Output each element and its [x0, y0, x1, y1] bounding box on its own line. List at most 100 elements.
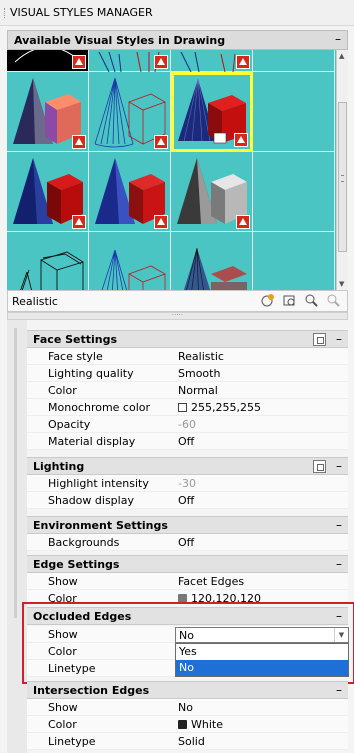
scroll-down-icon[interactable]: ▼ — [339, 280, 344, 288]
style-thumbnail-hidden[interactable] — [89, 72, 171, 152]
properties-left-strip — [7, 320, 27, 753]
drag-grip-icon[interactable] — [4, 8, 7, 18]
create-style-icon[interactable] — [260, 293, 275, 308]
property-value[interactable]: 255,255,255 — [178, 401, 261, 414]
gallery-scrollbar[interactable]: ▲ ▼ — [336, 50, 348, 290]
style-thumbnail-wireframe[interactable] — [89, 50, 171, 72]
property-value[interactable]: Solid — [178, 735, 205, 748]
style-thumbnail-shaded[interactable] — [7, 152, 89, 232]
autocad-badge-icon — [72, 215, 86, 229]
scroll-up-icon[interactable]: ▲ — [339, 52, 344, 60]
collapse-gallery-button[interactable]: – — [335, 32, 341, 46]
property-value[interactable]: Off — [178, 435, 194, 448]
environment-settings-header[interactable]: Environment Settings – — [27, 516, 348, 534]
autocad-badge-icon — [234, 133, 248, 147]
lighting-header[interactable]: Lighting – — [27, 457, 348, 475]
intersection-color-value: White — [191, 718, 223, 731]
property-row[interactable]: Monochrome color 255,255,255 — [27, 399, 348, 416]
section-title: Intersection Edges — [33, 684, 150, 697]
collapse-section-button[interactable]: – — [336, 332, 342, 346]
property-label: Monochrome color — [48, 401, 151, 414]
collapse-section-button[interactable]: – — [336, 683, 342, 697]
delete-style-icon[interactable] — [326, 293, 341, 308]
property-value[interactable]: Facet Edges — [178, 575, 244, 588]
property-row[interactable]: Shadow display Off — [27, 492, 348, 509]
export-tool-palette-icon[interactable] — [304, 293, 319, 308]
style-name-bar: Realistic — [7, 290, 348, 312]
property-value[interactable]: Normal — [178, 384, 218, 397]
property-label: Backgrounds — [48, 536, 120, 549]
style-thumbnail-shaded-edges[interactable] — [89, 152, 171, 232]
property-row[interactable]: Backgrounds Off — [27, 534, 348, 551]
face-settings-header[interactable]: Face Settings – — [27, 330, 348, 348]
visual-styles-gallery[interactable] — [7, 50, 336, 290]
style-thumbnail-x-ray[interactable] — [171, 232, 253, 290]
style-thumbnail-sketchy[interactable] — [7, 232, 89, 290]
autocad-badge-icon — [72, 55, 86, 69]
property-row[interactable]: Material display Off — [27, 433, 348, 450]
property-label: Opacity — [48, 418, 91, 431]
toggle-settings-icon[interactable] — [313, 333, 326, 346]
property-label: Highlight intensity — [48, 477, 149, 490]
panel-resize-handle[interactable]: ····· — [7, 312, 348, 320]
autocad-badge-icon — [154, 55, 168, 69]
property-label: Show — [48, 701, 78, 714]
annotation-highlight-box — [22, 602, 354, 684]
property-label: Lighting quality — [48, 367, 134, 380]
property-label: Color — [48, 718, 77, 731]
property-value[interactable]: No — [178, 701, 193, 714]
intersection-edges-header[interactable]: Intersection Edges – — [27, 681, 348, 699]
property-label: Face style — [48, 350, 103, 363]
property-row[interactable]: Linetype Solid — [27, 733, 348, 750]
style-thumbnail-realistic[interactable] — [171, 72, 253, 152]
apply-to-viewport-icon[interactable] — [282, 293, 297, 308]
gallery-panel-header[interactable]: Available Visual Styles in Drawing – — [7, 30, 348, 50]
property-label: Shadow display — [48, 494, 134, 507]
color-swatch-icon — [178, 720, 187, 729]
property-row[interactable]: Color White — [27, 716, 348, 733]
collapse-section-button[interactable]: – — [336, 459, 342, 473]
edge-settings-header[interactable]: Edge Settings – — [27, 555, 348, 573]
gallery-scroll-thumb[interactable] — [338, 102, 347, 252]
property-value[interactable]: Smooth — [178, 367, 220, 380]
property-row[interactable]: Face style Realistic — [27, 348, 348, 365]
gallery-panel-title: Available Visual Styles in Drawing — [14, 34, 226, 47]
section-title: Face Settings — [33, 333, 118, 346]
property-label: Material display — [48, 435, 136, 448]
property-label: Show — [48, 575, 78, 588]
style-thumbnail-extra[interactable] — [253, 50, 335, 72]
style-thumbnail-sketchy-partial[interactable] — [253, 152, 335, 232]
style-thumbnail-hidden-edges[interactable] — [253, 72, 335, 152]
property-value[interactable]: Off — [178, 494, 194, 507]
property-value[interactable]: White — [178, 718, 223, 731]
style-thumbnail-conceptual[interactable] — [7, 72, 89, 152]
autocad-badge-icon — [236, 215, 250, 229]
collapse-section-button[interactable]: – — [336, 557, 342, 571]
style-thumbnail-hidden-top[interactable] — [171, 50, 253, 72]
property-row[interactable]: Show No — [27, 699, 348, 716]
strip-bar — [14, 328, 17, 618]
section-title: Edge Settings — [33, 558, 120, 571]
property-value[interactable]: -60 — [178, 418, 196, 431]
style-thumbnail-blank[interactable] — [253, 232, 335, 290]
property-row[interactable]: Opacity -60 — [27, 416, 348, 433]
autocad-badge-icon — [154, 215, 168, 229]
property-row[interactable]: Highlight intensity -30 — [27, 475, 348, 492]
collapse-section-button[interactable]: – — [336, 518, 342, 532]
style-thumbnail-wireframe-2d[interactable] — [7, 50, 89, 72]
property-label: Linetype — [48, 735, 96, 748]
palette-title: VISUAL STYLES MANAGER — [10, 6, 153, 19]
property-value[interactable]: Off — [178, 536, 194, 549]
style-thumbnail-shades-of-gray[interactable] — [171, 152, 253, 232]
property-row[interactable]: Show Facet Edges — [27, 573, 348, 590]
toggle-settings-icon[interactable] — [313, 460, 326, 473]
property-value[interactable]: Realistic — [178, 350, 224, 363]
palette-titlebar[interactable]: VISUAL STYLES MANAGER — [0, 0, 354, 26]
color-swatch-icon — [178, 403, 187, 412]
current-style-name: Realistic — [12, 295, 58, 308]
autocad-badge-icon — [154, 135, 168, 149]
property-row[interactable]: Color Normal — [27, 382, 348, 399]
property-row[interactable]: Lighting quality Smooth — [27, 365, 348, 382]
property-value[interactable]: -30 — [178, 477, 196, 490]
style-thumbnail-wireframe-3d[interactable] — [89, 232, 171, 290]
